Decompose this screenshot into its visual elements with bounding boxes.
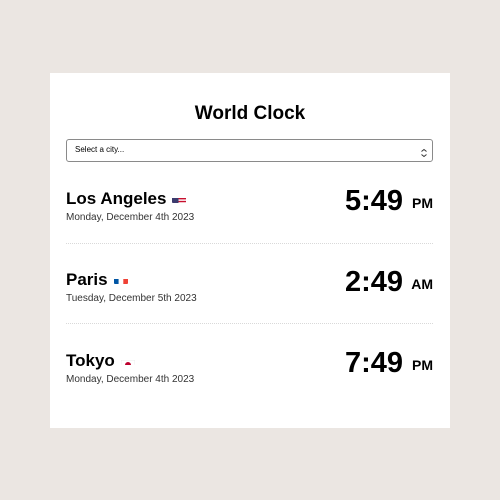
city-period: PM (412, 195, 433, 211)
city-date: Tuesday, December 5th 2023 (66, 293, 197, 304)
city-name-wrapper: Paris (66, 270, 128, 290)
clock-row-paris: Paris Tuesday, December 5th 2023 2:49 AM (66, 266, 433, 340)
fr-flag-icon (113, 274, 128, 284)
jp-flag-icon (120, 355, 135, 365)
city-time: 2:49 (344, 266, 403, 298)
chevron-updown-icon (420, 145, 428, 158)
clock-row-los-angeles: Los Angeles Monday, December 4th 2023 5:… (66, 185, 433, 259)
city-select-placeholder: Select a city... (75, 145, 125, 154)
city-period: AM (411, 276, 433, 292)
city-period: PM (412, 357, 433, 373)
city-name: Tokyo (66, 351, 115, 370)
clock-row-tokyo: Tokyo Monday, December 4th 2023 7:49 PM (66, 347, 433, 421)
city-date: Monday, December 4th 2023 (66, 212, 195, 223)
city-name: Los Angeles (66, 189, 167, 208)
city-date: Monday, December 4th 2023 (66, 374, 195, 385)
world-clock-card: World Clock Select a city... Los Angeles (50, 73, 450, 428)
divider (66, 243, 433, 244)
city-time: 5:49 (344, 185, 403, 217)
us-flag-icon (172, 193, 187, 203)
city-name-wrapper: Los Angeles (66, 189, 187, 209)
city-select[interactable]: Select a city... (66, 139, 433, 162)
page-title: World Clock (194, 103, 306, 124)
city-name-wrapper: Tokyo (66, 351, 135, 371)
divider (66, 323, 433, 324)
city-name: Paris (66, 270, 108, 289)
city-time: 7:49 (344, 347, 403, 379)
